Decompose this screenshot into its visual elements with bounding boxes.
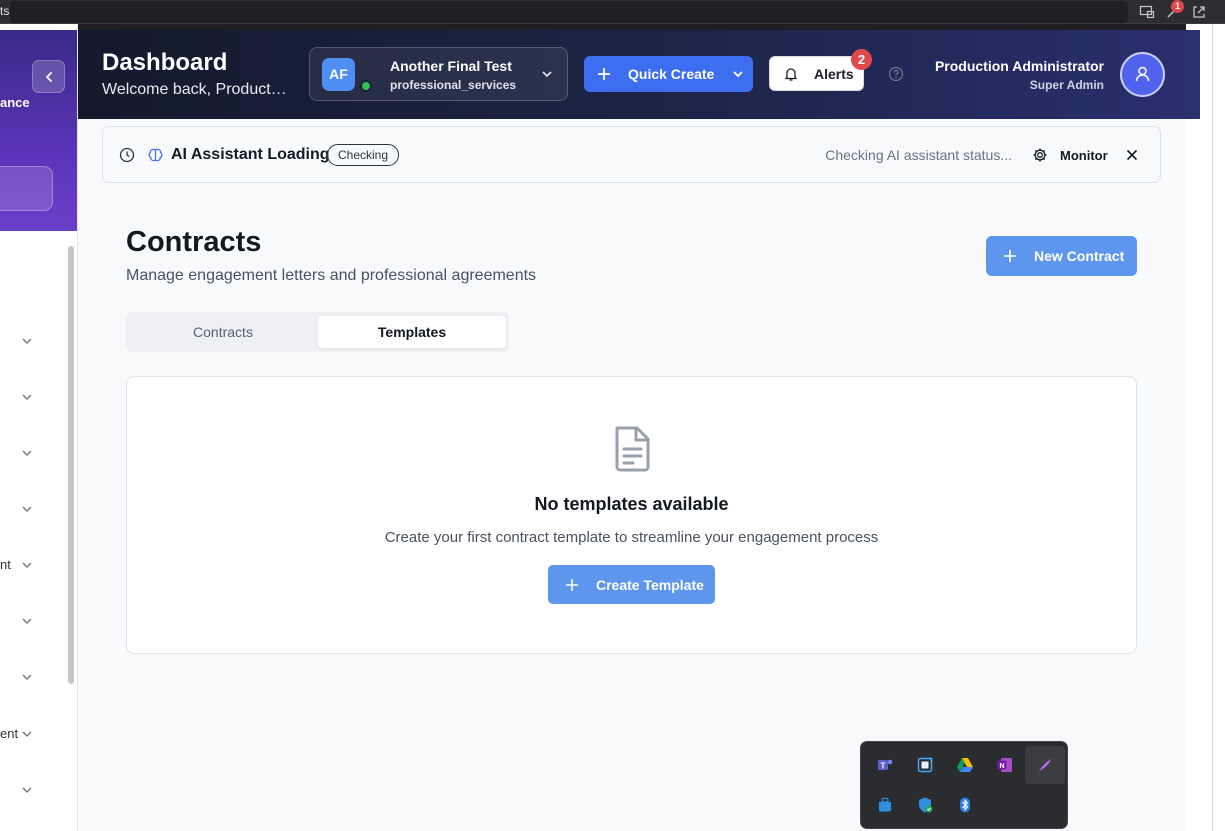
monitor-button[interactable]: Monitor xyxy=(1060,148,1108,163)
address-bar[interactable] xyxy=(10,1,1128,23)
organization-switcher[interactable]: AF Another Final Test professional_servi… xyxy=(309,47,568,101)
plus-icon xyxy=(566,579,578,591)
chevron-down-icon xyxy=(22,787,32,793)
clock-icon xyxy=(119,147,135,163)
top-header: Dashboard Welcome back, Production Admin… xyxy=(78,30,1200,119)
online-status-dot xyxy=(360,80,372,92)
sidebar-item-5[interactable]: nt xyxy=(0,554,40,576)
sidebar-brand-panel: ance xyxy=(0,30,77,231)
create-template-button[interactable]: Create Template xyxy=(548,565,715,604)
ai-assistant-bar: AI Assistant Loading Checking Checking A… xyxy=(102,126,1161,183)
chevron-down-icon xyxy=(22,562,32,568)
ai-status-chip: Checking xyxy=(327,144,400,166)
sidebar-brand-text: ance xyxy=(0,95,30,110)
document-icon xyxy=(615,426,650,472)
chevron-down-icon xyxy=(22,394,32,400)
alerts-label: Alerts xyxy=(814,66,854,82)
app-window: ts 1 ance nt ent Dashboard Welcome back, xyxy=(0,0,1225,831)
sidebar-item-9[interactable] xyxy=(0,779,40,801)
org-type: professional_services xyxy=(390,78,517,92)
quick-create-label: Quick Create xyxy=(628,66,715,82)
chevron-down-icon xyxy=(22,674,32,680)
onenote-icon[interactable]: N xyxy=(985,746,1025,784)
org-name: Another Final Test xyxy=(390,58,512,74)
tab-contracts[interactable]: Contracts xyxy=(130,316,316,348)
svg-text:T: T xyxy=(881,762,886,771)
org-avatar: AF xyxy=(322,58,355,91)
plus-icon xyxy=(1004,250,1016,262)
window-edge xyxy=(1186,24,1225,831)
ai-status-title: AI Assistant Loading xyxy=(171,146,330,163)
system-tray-flyout: T N xyxy=(860,741,1068,829)
ai-status-text: Checking AI assistant status... xyxy=(825,147,1012,163)
gear-icon[interactable] xyxy=(1032,147,1048,163)
bell-icon xyxy=(784,68,798,81)
chevron-down-icon xyxy=(22,731,32,737)
sidebar: ance nt ent xyxy=(0,24,78,831)
plus-icon xyxy=(598,68,610,80)
cast-icon[interactable] xyxy=(1139,4,1155,20)
sidebar-item-label: ent xyxy=(0,726,19,741)
empty-state-description: Create your first contract template to s… xyxy=(384,529,879,546)
user-avatar[interactable] xyxy=(1120,52,1165,97)
svg-text:N: N xyxy=(999,763,1004,770)
snipping-tool-icon[interactable] xyxy=(905,746,945,784)
page-subtitle: Manage engagement letters and profession… xyxy=(126,267,537,284)
browser-tab-fragment: ts xyxy=(0,4,10,18)
new-contract-label: New Contract xyxy=(1034,248,1125,264)
teams-icon[interactable]: T xyxy=(865,746,905,784)
empty-state-title: No templates available xyxy=(534,494,729,514)
chevron-down-icon xyxy=(542,71,552,78)
sidebar-item-7[interactable] xyxy=(0,666,40,688)
page-header-title: Dashboard xyxy=(102,49,228,76)
google-drive-icon[interactable] xyxy=(945,746,985,784)
defender-icon[interactable] xyxy=(905,786,945,824)
sidebar-item-2[interactable] xyxy=(0,386,40,408)
chevron-down-icon xyxy=(22,618,32,624)
sidebar-item-8[interactable]: ent xyxy=(0,723,40,745)
chevron-down-icon xyxy=(733,71,743,78)
brain-icon xyxy=(148,148,163,162)
user-name: Production Administrator xyxy=(934,58,1104,74)
scrollbar-thumb[interactable] xyxy=(68,246,74,684)
close-icon[interactable] xyxy=(1124,147,1140,163)
sidebar-collapse-button[interactable] xyxy=(32,60,65,93)
chevron-down-icon xyxy=(22,450,32,456)
sidebar-item-3[interactable] xyxy=(0,442,40,464)
new-contract-button[interactable]: New Contract xyxy=(986,236,1137,276)
welcome-text: Welcome back, Production Administrator xyxy=(102,81,288,98)
quick-create-button[interactable]: Quick Create xyxy=(584,56,753,92)
bluetooth-icon[interactable] xyxy=(945,786,985,824)
windows-store-icon[interactable] xyxy=(865,786,905,824)
help-icon[interactable] xyxy=(888,66,904,82)
tab-templates[interactable]: Templates xyxy=(318,316,506,348)
chevron-down-icon xyxy=(22,338,32,344)
browser-toolbar: ts 1 xyxy=(0,0,1225,24)
chevron-left-icon xyxy=(45,71,52,82)
sidebar-item-6[interactable] xyxy=(0,610,40,632)
page-title: Contracts xyxy=(126,226,262,258)
sidebar-item-1[interactable] xyxy=(0,330,40,352)
sidebar-search-input[interactable] xyxy=(0,166,53,211)
create-template-label: Create Template xyxy=(596,577,704,593)
sidebar-item-label: nt xyxy=(0,557,11,572)
alerts-count-badge: 2 xyxy=(851,49,872,70)
sidebar-scrollbar[interactable] xyxy=(67,240,75,830)
open-external-icon[interactable] xyxy=(1191,4,1207,20)
empty-state-card: No templates available Create your first… xyxy=(126,376,1137,654)
alerts-button[interactable]: Alerts 2 xyxy=(769,49,872,91)
chevron-down-icon xyxy=(22,506,32,512)
user-role: Super Admin xyxy=(1029,78,1104,92)
pen-icon[interactable] xyxy=(1025,746,1065,784)
user-icon xyxy=(1135,66,1150,82)
sidebar-item-4[interactable] xyxy=(0,498,40,520)
extension-badge: 1 xyxy=(1171,0,1184,13)
contracts-tabs: Contracts Templates xyxy=(126,312,509,352)
main-content: AI Assistant Loading Checking Checking A… xyxy=(78,119,1186,831)
